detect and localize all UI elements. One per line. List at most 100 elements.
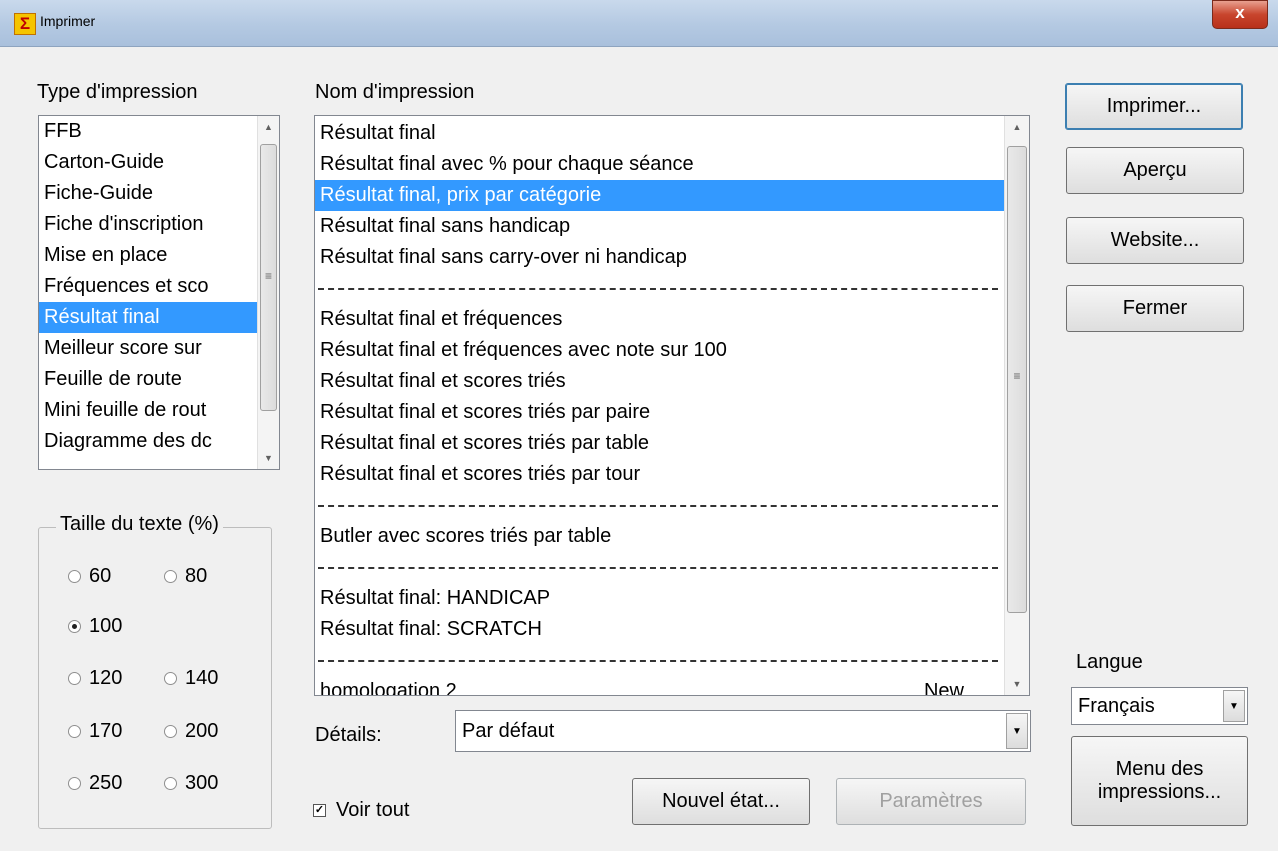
name-label: Nom d'impression xyxy=(315,81,475,103)
radio-dot-icon[interactable] xyxy=(68,570,81,583)
name-item[interactable]: Butler avec scores triés par table xyxy=(315,521,1004,552)
menu-line-2: impressions... xyxy=(1097,781,1222,803)
type-item[interactable]: Feuille de route xyxy=(39,364,258,395)
radio-170[interactable]: 170 xyxy=(68,720,122,743)
type-item[interactable]: Mise en place xyxy=(39,240,258,271)
radio-dot-icon[interactable] xyxy=(164,672,177,685)
langue-select[interactable]: Français ▼ xyxy=(1071,687,1248,725)
title-bar: Σ Imprimer x xyxy=(0,0,1278,47)
type-item[interactable]: FFB xyxy=(39,116,258,147)
name-item-label: Résultat final et scores triés par table xyxy=(320,432,650,454)
new-tag: New xyxy=(923,680,964,696)
type-label: Type d'impression xyxy=(37,81,198,103)
name-item[interactable]: Résultat final et scores triés par paire xyxy=(315,397,1004,428)
name-listbox[interactable]: Résultat final Résultat final avec % pour… xyxy=(314,115,1030,696)
type-item[interactable]: Carton-Guide xyxy=(39,147,258,178)
scroll-thumb[interactable]: ≡ xyxy=(1007,146,1027,613)
name-item[interactable]: Résultat final et fréquences avec note s… xyxy=(315,335,1004,366)
name-item-label: homologation 2 xyxy=(320,680,457,696)
dropdown-arrow-icon[interactable]: ▼ xyxy=(1006,713,1028,749)
radio-label: 100 xyxy=(89,615,123,637)
radio-60[interactable]: 60 xyxy=(68,565,111,588)
type-scrollbar[interactable]: ▲ ≡ ▼ xyxy=(257,116,279,469)
radio-140[interactable]: 140 xyxy=(164,667,218,690)
langue-label: Langue xyxy=(1076,651,1143,673)
details-value: Par défaut xyxy=(462,719,555,742)
name-item-label: Résultat final avec % pour chaque séance xyxy=(320,153,694,175)
name-item[interactable]: Résultat final: SCRATCH xyxy=(315,614,1004,645)
imprimer-button[interactable]: Imprimer... xyxy=(1065,83,1243,130)
name-item[interactable]: Résultat final xyxy=(315,118,1004,149)
name-item-label: Résultat final: HANDICAP xyxy=(320,587,551,609)
close-icon[interactable]: x xyxy=(1212,0,1268,29)
scroll-thumb[interactable]: ≡ xyxy=(260,144,277,411)
name-item[interactable]: Résultat final: HANDICAP xyxy=(315,583,1004,614)
name-item[interactable]: Résultat final avec % pour chaque séance xyxy=(315,149,1004,180)
fermer-button[interactable]: Fermer xyxy=(1066,285,1244,332)
scroll-up-icon[interactable]: ▲ xyxy=(258,116,279,138)
langue-value: Français xyxy=(1078,694,1155,717)
radio-dot-icon[interactable] xyxy=(68,725,81,738)
name-item-label: Butler avec scores triés par table xyxy=(320,525,612,547)
checkmark-icon[interactable]: ✓ xyxy=(313,804,326,817)
name-item-label: Résultat final et scores triés xyxy=(320,370,566,392)
type-item[interactable]: Fiche d'inscription xyxy=(39,209,258,240)
window-title: Imprimer xyxy=(40,13,96,29)
radio-label: 250 xyxy=(89,772,123,794)
apercu-button[interactable]: Aperçu xyxy=(1066,147,1244,194)
radio-dot-icon[interactable] xyxy=(164,725,177,738)
menu-line-1: Menu des xyxy=(1115,758,1204,780)
text-size-title: Taille du texte (%) xyxy=(56,513,223,536)
type-item[interactable]: Fiche-Guide xyxy=(39,178,258,209)
name-item-label: Résultat final et fréquences xyxy=(320,308,563,330)
website-button[interactable]: Website... xyxy=(1066,217,1244,264)
nouvel-etat-button[interactable]: Nouvel état... xyxy=(632,778,810,825)
name-item[interactable]: Résultat final et scores triés par tour xyxy=(315,459,1004,490)
name-item-label: Résultat final et scores triés par paire xyxy=(320,401,651,423)
menu-impressions-button[interactable]: Menu des impressions... xyxy=(1071,736,1248,826)
type-items: FFB Carton-Guide Fiche-Guide Fiche d'inscri… xyxy=(39,116,279,457)
name-item[interactable]: Résultat final sans handicap xyxy=(315,211,1004,242)
radio-100[interactable]: 100 xyxy=(68,615,122,638)
list-separator xyxy=(315,273,1004,304)
name-item[interactable]: homologation 2 New xyxy=(315,676,1004,696)
radio-250[interactable]: 250 xyxy=(68,772,122,795)
type-item[interactable]: Meilleur score sur xyxy=(39,333,258,364)
radio-200[interactable]: 200 xyxy=(164,720,218,743)
scroll-down-icon[interactable]: ▼ xyxy=(1005,673,1029,695)
radio-dot-icon[interactable] xyxy=(164,777,177,790)
dropdown-arrow-icon[interactable]: ▼ xyxy=(1223,690,1245,722)
sigma-app-icon: Σ xyxy=(14,13,36,35)
voir-tout-checkbox[interactable]: ✓ Voir tout xyxy=(313,799,409,822)
radio-dot-icon[interactable] xyxy=(68,777,81,790)
radio-80[interactable]: 80 xyxy=(164,565,207,588)
list-separator xyxy=(315,552,1004,583)
name-item[interactable]: Résultat final, prix par catégorie xyxy=(315,180,1004,211)
radio-label: 200 xyxy=(185,720,219,742)
radio-120[interactable]: 120 xyxy=(68,667,122,690)
type-item[interactable]: Résultat final xyxy=(39,302,258,333)
scroll-down-icon[interactable]: ▼ xyxy=(258,447,279,469)
parametres-button[interactable]: Paramètres xyxy=(836,778,1026,825)
type-listbox[interactable]: FFB Carton-Guide Fiche-Guide Fiche d'inscri… xyxy=(38,115,280,470)
type-item[interactable]: Diagramme des dc xyxy=(39,426,258,457)
list-separator xyxy=(315,490,1004,521)
details-select[interactable]: Par défaut ▼ xyxy=(455,710,1031,752)
name-item[interactable]: Résultat final sans carry-over ni handic… xyxy=(315,242,1004,273)
type-item[interactable]: Mini feuille de rout xyxy=(39,395,258,426)
radio-dot-icon[interactable] xyxy=(164,570,177,583)
name-item-label: Résultat final sans carry-over ni handic… xyxy=(320,246,687,268)
name-item[interactable]: Résultat final et fréquences xyxy=(315,304,1004,335)
name-item[interactable]: Résultat final et scores triés xyxy=(315,366,1004,397)
name-item-label: Résultat final xyxy=(320,122,436,144)
radio-300[interactable]: 300 xyxy=(164,772,218,795)
radio-dot-icon[interactable] xyxy=(68,620,81,633)
radio-dot-icon[interactable] xyxy=(68,672,81,685)
radio-label: 170 xyxy=(89,720,123,742)
name-scrollbar[interactable]: ▲ ≡ ▼ xyxy=(1004,116,1029,695)
type-item[interactable]: Fréquences et sco xyxy=(39,271,258,302)
radio-label: 140 xyxy=(185,667,219,689)
scroll-up-icon[interactable]: ▲ xyxy=(1005,116,1029,138)
radio-label: 120 xyxy=(89,667,123,689)
name-item[interactable]: Résultat final et scores triés par table xyxy=(315,428,1004,459)
